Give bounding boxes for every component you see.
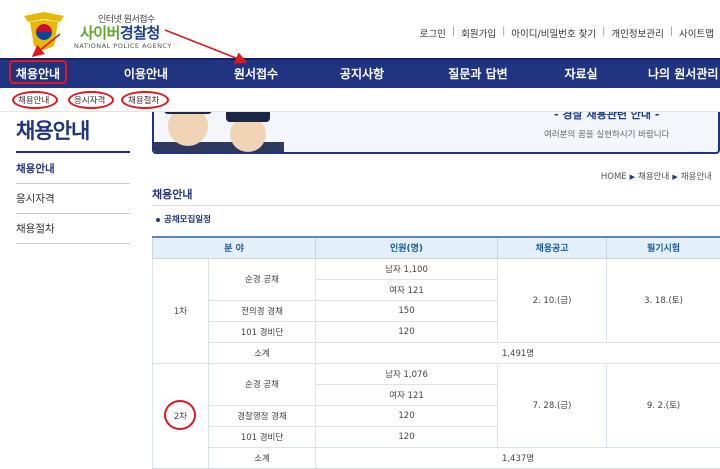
content-title: 채용안내 <box>152 188 193 201</box>
table-header-row: 분 야 인원(명) 채용공고 필기시험 <box>151 236 720 259</box>
annotation-box-recruit-nav <box>9 60 67 84</box>
breadcrumb-arrow-icon: ▶ <box>629 173 636 181</box>
annotation-oval-subnav-2 <box>68 91 114 109</box>
recruitment-table: 분 야 인원(명) 채용공고 필기시험 1차 순경 공채 남자 1,100 2.… <box>151 236 720 469</box>
round1-count-3: 120 <box>315 320 499 343</box>
round1-field-2: 전의경 경채 <box>207 299 317 322</box>
col-header-notice: 채용공고 <box>497 236 608 259</box>
content-divider <box>152 205 720 206</box>
round2-count-2: 120 <box>315 404 499 427</box>
round2-count-male: 남자 1,076 <box>315 362 499 385</box>
annotation-arrow-to-recruit <box>31 33 61 57</box>
round1-count-male: 남자 1,100 <box>315 257 499 280</box>
round1-subtotal-label: 소계 <box>207 341 317 364</box>
sidebar-item-recruit-info[interactable]: 채용안내 <box>16 154 130 184</box>
banner-officer-head <box>168 112 208 146</box>
round2-count-female: 여자 121 <box>315 383 499 406</box>
breadcrumb-arrow-icon: ▶ <box>672 173 678 181</box>
round2-subtotal-label: 소계 <box>207 446 317 469</box>
breadcrumb-current: 채용안내 <box>680 172 712 182</box>
round2-label: 2차 <box>152 362 209 469</box>
round1-count-2: 150 <box>315 299 499 322</box>
banner-uniform-shape <box>154 142 284 152</box>
schedule-heading-text: 공채모집일정 <box>164 215 211 225</box>
col-header-count: 인원(명) <box>315 236 499 259</box>
schedule-heading: 공채모집일정 <box>156 213 211 225</box>
table-row: 2차 순경 공채 남자 1,076 7. 28.(금) 9. 2.(토) <box>152 362 720 469</box>
sidebar-title: 채용안내 <box>16 119 90 143</box>
banner-officer-cap <box>164 112 212 114</box>
annotation-oval-subnav-1 <box>12 91 58 109</box>
banner-headline: - 경찰 채용관련 안내 - <box>554 112 660 121</box>
round2-subtotal: 1,437명 <box>315 446 720 469</box>
sidebar-item-procedure[interactable]: 채용절차 <box>16 214 130 244</box>
round2-field-3: 101 경비단 <box>207 425 317 448</box>
col-header-field: 분 야 <box>151 236 317 259</box>
sidebar-rule <box>16 151 130 153</box>
banner-tagline: 여러분의 꿈을 실현하시기 바랍니다 <box>544 130 670 140</box>
round2-field-1: 순경 공채 <box>207 362 317 406</box>
breadcrumb: HOME ▶ 채용안내 ▶ 채용안내 <box>601 170 712 182</box>
bullet-icon <box>156 217 160 222</box>
round2-exam: 9. 2.(토) <box>606 362 720 448</box>
breadcrumb-home[interactable]: HOME <box>601 172 627 182</box>
round1-label: 1차 <box>152 257 209 364</box>
table-row: 1차 순경 공채 남자 1,100 2. 10.(금) 3. 18.(토) <box>152 257 720 364</box>
annotation-oval-subnav-3 <box>121 91 169 109</box>
round1-notice: 2. 10.(금) <box>497 257 608 343</box>
breadcrumb-section[interactable]: 채용안내 <box>638 172 669 182</box>
annotation-arrow-to-application <box>164 29 248 64</box>
banner-child-cap <box>226 112 270 122</box>
round1-field-1: 순경 공채 <box>207 257 317 301</box>
page: 인터넷 원서접수 사이버경찰청 NATIONAL POLICE AGENCY 로… <box>0 0 720 469</box>
round1-count-female: 여자 121 <box>315 278 499 301</box>
table-row: 소계 1,491명 <box>153 341 720 364</box>
round2-field-2: 경찰행정 경채 <box>207 404 317 427</box>
round2-notice: 7. 28.(금) <box>497 362 608 448</box>
table-row: 소계 1,437명 <box>153 446 720 469</box>
round2-count-3: 120 <box>315 425 499 448</box>
round1-exam: 3. 18.(토) <box>606 257 720 343</box>
round1-field-3: 101 경비단 <box>207 320 317 343</box>
hero-banner: - 경찰 채용관련 안내 - 여러분의 꿈을 실현하시기 바랍니다 <box>152 112 720 154</box>
round1-subtotal: 1,491명 <box>315 341 720 364</box>
col-header-exam: 필기시험 <box>606 236 720 259</box>
sidebar-item-qualification[interactable]: 응시자격 <box>16 184 130 214</box>
